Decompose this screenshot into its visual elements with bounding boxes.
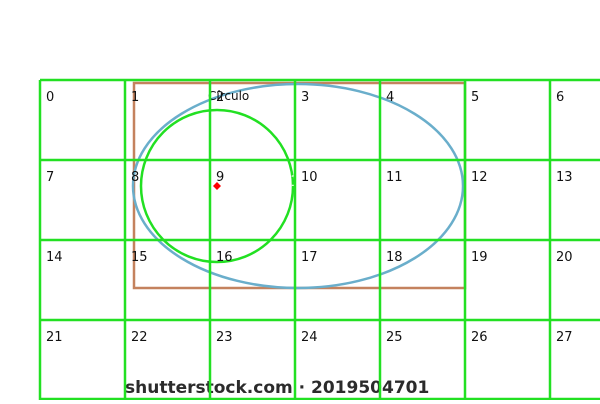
cell-label-13: 13 (556, 170, 573, 185)
cell-label-4: 4 (386, 90, 394, 105)
cell-label-19: 19 (471, 250, 488, 265)
cell-label-0: 0 (46, 90, 54, 105)
cell-label-3: 3 (301, 90, 309, 105)
cell-label-18: 18 (386, 250, 403, 265)
cell-label-21: 21 (46, 330, 63, 345)
cell-label-1: 1 (131, 90, 139, 105)
stock-footer-text: shutterstock.com · 2019504701 (125, 378, 429, 398)
cell-label-8: 8 (131, 170, 139, 185)
grid-overlay-canvas: Círculo 10 shutterstock.com · 2019504701… (0, 0, 600, 401)
cell-label-10: 10 (301, 170, 318, 185)
cell-label-11: 11 (386, 170, 403, 185)
cell-label-22: 22 (131, 330, 148, 345)
cell-label-20: 20 (556, 250, 573, 265)
cell-label-26: 26 (471, 330, 488, 345)
cell-label-2: 2 (216, 90, 224, 105)
cell-label-9: 9 (216, 170, 224, 185)
cell-label-24: 24 (301, 330, 318, 345)
cell-label-16: 16 (216, 250, 233, 265)
grid-lines (38, 78, 600, 401)
circle-caption: Círculo (208, 89, 249, 103)
cell-label-23: 23 (216, 330, 233, 345)
cell-label-7: 7 (46, 170, 54, 185)
cell-label-6: 6 (556, 90, 564, 105)
figure-svg: Círculo 10 shutterstock.com · 2019504701… (38, 78, 600, 401)
cell-label-25: 25 (386, 330, 403, 345)
cell-label-15: 15 (131, 250, 148, 265)
cell-label-5: 5 (471, 90, 479, 105)
cell-label-17: 17 (301, 250, 318, 265)
cell-label-27: 27 (556, 330, 573, 345)
cell-label-12: 12 (471, 170, 488, 185)
cell-label-14: 14 (46, 250, 63, 265)
